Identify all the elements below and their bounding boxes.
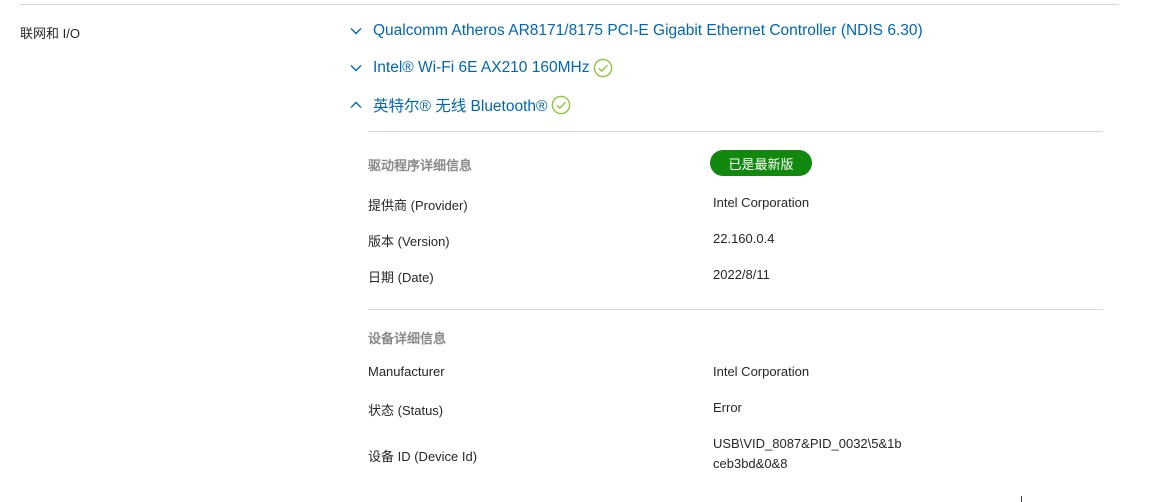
device-id-line-2: ceb3bd&0&8 — [713, 456, 788, 471]
driver-details-heading: 驱动程序详细信息 — [368, 158, 473, 173]
top-divider — [20, 4, 1119, 5]
status-label: 状态 (Status) — [368, 403, 444, 418]
chevron-down-icon — [348, 60, 364, 76]
check-circle-icon — [551, 95, 571, 115]
status-value: Error — [713, 400, 742, 415]
cursor-mark — [1021, 496, 1022, 502]
chevron-down-icon — [348, 23, 364, 39]
provider-value: Intel Corporation — [713, 195, 810, 210]
device-name[interactable]: Qualcomm Atheros AR8171/8175 PCI-E Gigab… — [373, 22, 923, 40]
divider — [368, 131, 1103, 132]
check-circle-icon — [593, 58, 613, 78]
version-value: 22.160.0.4 — [713, 231, 775, 246]
section-label: 联网和 I/O — [20, 26, 80, 41]
manufacturer-label: Manufacturer — [368, 364, 445, 379]
status-badge: 已是最新版 — [710, 150, 812, 176]
device-id-label: 设备 ID (Device Id) — [368, 449, 478, 464]
provider-label: 提供商 (Provider) — [368, 198, 468, 213]
date-label: 日期 (Date) — [368, 270, 434, 285]
divider — [368, 309, 1103, 310]
device-id-line-1: USB\VID_8087&PID_0032\5&1b — [713, 436, 902, 451]
device-row-bluetooth[interactable]: 英特尔® 无线 Bluetooth® — [348, 93, 571, 117]
date-value: 2022/8/11 — [713, 267, 770, 282]
device-name[interactable]: 英特尔® 无线 Bluetooth® — [373, 94, 547, 116]
version-label: 版本 (Version) — [368, 234, 450, 249]
device-details-heading: 设备详细信息 — [368, 331, 447, 346]
chevron-up-icon — [348, 97, 364, 113]
device-name[interactable]: Intel® Wi-Fi 6E AX210 160MHz — [373, 59, 589, 77]
manufacturer-value: Intel Corporation — [713, 364, 810, 379]
device-row-wifi[interactable]: Intel® Wi-Fi 6E AX210 160MHz — [348, 56, 613, 80]
device-row-ethernet[interactable]: Qualcomm Atheros AR8171/8175 PCI-E Gigab… — [348, 19, 923, 43]
device-id-value: USB\VID_8087&PID_0032\5&1b ceb3bd&0&8 — [713, 434, 902, 474]
